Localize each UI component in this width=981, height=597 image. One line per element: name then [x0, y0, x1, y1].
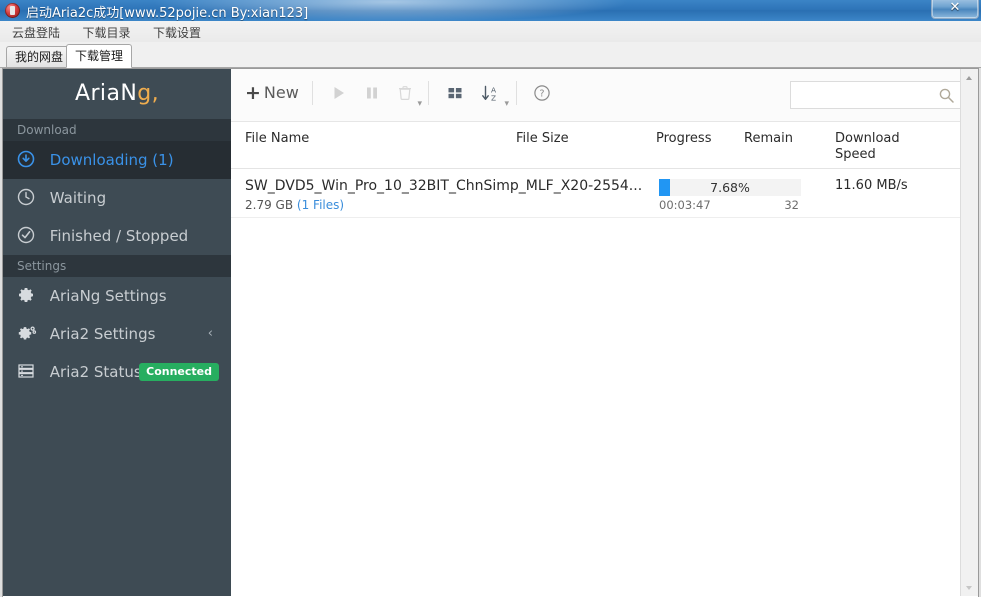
progress-bar: 7.68% [659, 179, 801, 196]
sidebar-item-aria2-settings[interactable]: Aria2 Settings ‹ [3, 315, 231, 353]
search-icon[interactable] [938, 87, 955, 109]
close-icon: ✕ [949, 0, 961, 15]
column-header-file-name[interactable]: File Name [245, 131, 309, 147]
chevron-down-icon: ▾ [417, 98, 422, 108]
download-circle-icon [17, 150, 39, 168]
delete-button[interactable]: ▾ [392, 81, 422, 108]
table-row[interactable]: SW_DVD5_Win_Pro_10_32BIT_ChnSimp_MLF_X20… [231, 169, 978, 218]
tab-strip: 我的网盘 下载管理 [0, 42, 981, 68]
scroll-down-arrow-icon[interactable] [961, 579, 978, 596]
sort-az-icon: A Z [479, 84, 505, 104]
new-task-button[interactable]: + New [245, 82, 299, 104]
row-remain-time: 00:03:47 [659, 198, 711, 212]
view-toggle-button[interactable] [442, 81, 468, 107]
sidebar-section-settings: Settings [3, 255, 231, 277]
menu-item-download-settings[interactable]: 下载设置 [147, 21, 207, 41]
menu-item-cloud-login[interactable]: 云盘登陆 [6, 21, 66, 41]
start-button[interactable] [326, 81, 352, 107]
new-task-label: New [263, 83, 299, 102]
sidebar-item-waiting[interactable]: Waiting [3, 179, 231, 217]
sidebar-item-downloading[interactable]: Downloading (1) [3, 141, 231, 179]
sidebar-item-label: AriaNg Settings [49, 287, 167, 305]
pause-icon [359, 84, 385, 102]
sidebar-item-label: Aria2 Status [49, 363, 142, 381]
brand-dot: , [151, 81, 159, 106]
tab-download-manager[interactable]: 下载管理 [66, 44, 133, 68]
row-download-speed: 11.60 MB/s [835, 178, 908, 193]
ariang-viewport: AriaNg, Download Downloading (1) Waiting… [2, 68, 979, 597]
window-titlebar[interactable]: 启动Aria2c成功[www.52pojie.cn By:xian123] ✕ [0, 0, 981, 21]
vertical-scrollbar[interactable] [960, 69, 978, 596]
brand-text-main: AriaN [75, 81, 138, 106]
brand-logo[interactable]: AriaNg, [3, 69, 231, 119]
sidebar-section-download: Download [3, 119, 231, 141]
toolbar-separator [428, 81, 429, 105]
sidebar-item-label: Finished / Stopped [49, 227, 189, 245]
row-connection-count: 32 [784, 198, 799, 212]
sidebar: AriaNg, Download Downloading (1) Waiting… [3, 69, 231, 596]
play-icon [326, 84, 352, 102]
help-button[interactable]: ? [529, 81, 555, 107]
menu-item-download-directory[interactable]: 下载目录 [76, 21, 136, 41]
svg-text:Z: Z [491, 94, 496, 103]
menu-bar: 云盘登陆 下载目录 下载设置 [0, 21, 981, 43]
search-box[interactable] [790, 81, 963, 109]
column-header-file-size[interactable]: File Size [516, 131, 569, 147]
sidebar-item-finished-stopped[interactable]: Finished / Stopped [3, 217, 231, 255]
toolbar-separator [312, 81, 313, 105]
svg-text:?: ? [540, 89, 545, 100]
window-close-button[interactable]: ✕ [931, 0, 979, 19]
application-window: 启动Aria2c成功[www.52pojie.cn By:xian123] ✕ … [0, 0, 981, 597]
sort-button[interactable]: A Z ▾ [479, 81, 509, 108]
toolbar: + New ▾ A Z ▾ ? [231, 69, 978, 122]
column-header-remain[interactable]: Remain [744, 131, 793, 147]
sidebar-item-aria2-status[interactable]: Aria2 Status Connected [3, 353, 231, 391]
chevron-left-icon: ‹ [207, 326, 213, 341]
sidebar-item-label: Waiting [49, 189, 107, 207]
status-badge: Connected [139, 363, 219, 381]
toolbar-separator [516, 81, 517, 105]
row-file-name: SW_DVD5_Win_Pro_10_32BIT_ChnSimp_MLF_X20… [245, 178, 643, 194]
app-icon [5, 3, 20, 18]
server-icon [17, 362, 39, 380]
progress-percent-label: 7.68% [710, 180, 750, 195]
brand-text-accent: g [137, 81, 152, 106]
gear-icon [17, 286, 39, 304]
row-file-size-value: 2.79 GB [245, 198, 294, 212]
row-file-size: 2.79 GB (1 Files) [245, 198, 344, 212]
question-circle-icon: ? [529, 84, 555, 102]
main-panel: + New ▾ A Z ▾ ? File Name File Size Prog… [231, 69, 978, 596]
chevron-down-icon: ▾ [504, 98, 509, 108]
column-header-progress[interactable]: Progress [656, 131, 711, 147]
trash-icon [392, 84, 418, 102]
search-input[interactable] [791, 82, 943, 108]
pause-button[interactable] [359, 81, 385, 107]
clock-icon [17, 188, 39, 206]
sidebar-item-label: Aria2 Settings [49, 325, 156, 343]
check-circle-icon [17, 226, 39, 244]
column-header-download-speed[interactable]: Download Speed [835, 131, 900, 163]
column-header-download-speed-line1: Download [835, 131, 900, 146]
scroll-up-arrow-icon[interactable] [961, 69, 978, 86]
row-files-count[interactable]: (1 Files) [297, 198, 344, 212]
column-header-download-speed-line2: Speed [835, 147, 876, 162]
sidebar-item-ariang-settings[interactable]: AriaNg Settings [3, 277, 231, 315]
window-title: 启动Aria2c成功[www.52pojie.cn By:xian123] [26, 6, 309, 21]
gears-icon [17, 324, 39, 342]
grid-icon [442, 84, 468, 102]
plus-icon: + [245, 82, 261, 104]
table-header: File Name File Size Progress Remain Down… [231, 122, 978, 169]
tab-my-netdisk[interactable]: 我的网盘 [6, 46, 73, 68]
sidebar-item-label: Downloading (1) [49, 151, 174, 169]
